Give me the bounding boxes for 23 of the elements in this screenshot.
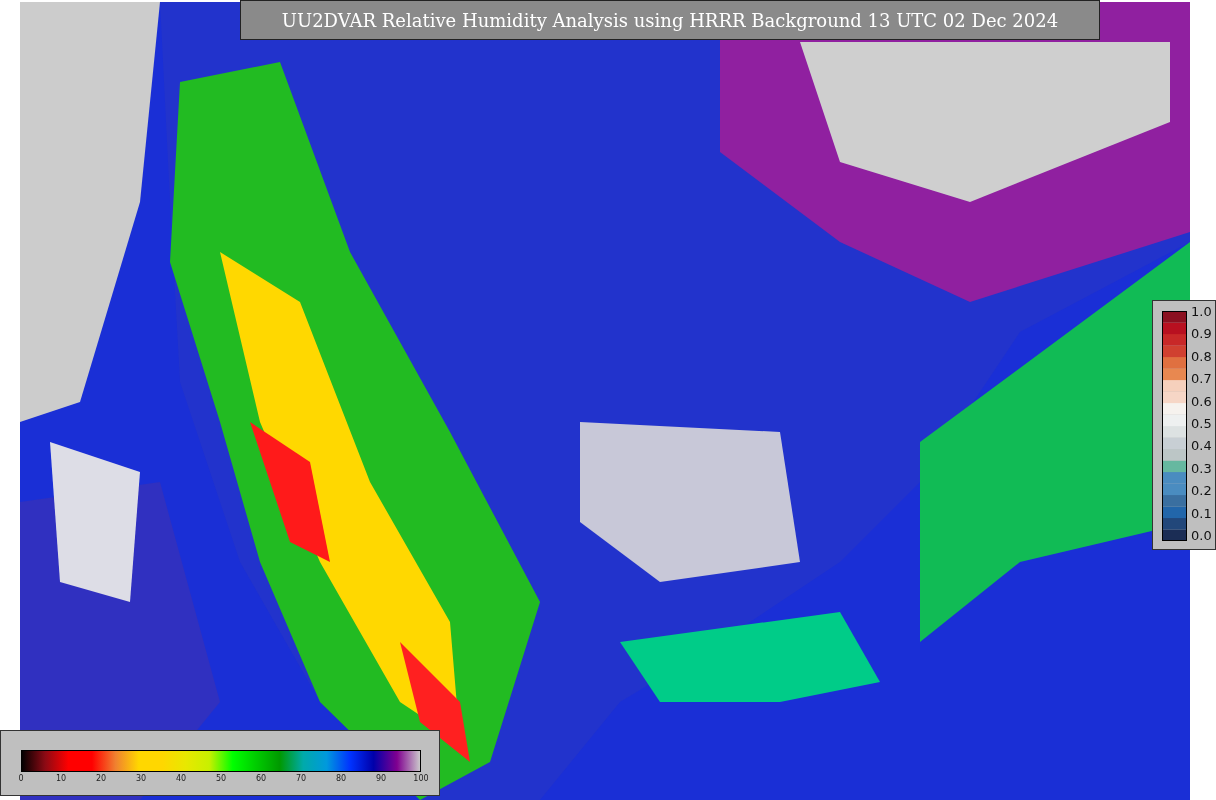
colorbar-tick-label: 1.0 xyxy=(1191,305,1212,319)
colorbar-tick-label: 0.2 xyxy=(1191,484,1212,499)
colorbar-tick-label: 20 xyxy=(95,774,107,783)
colorbar-tick-label: 70 xyxy=(295,774,307,783)
colorbar-tick-label: 0.7 xyxy=(1191,372,1212,387)
colorbar-tick-label: 0.4 xyxy=(1191,439,1212,454)
colorbar-tick-label: 80 xyxy=(335,774,347,783)
colorbar-tick-label: 0.6 xyxy=(1191,394,1212,409)
colorbar-tick-label: 40 xyxy=(175,774,187,783)
colorbar-tick-label: 0 xyxy=(18,774,24,783)
colorbar-tick-label: 90 xyxy=(375,774,387,783)
colorbar-tick-label: 50 xyxy=(215,774,227,783)
colorbar-tick-label: 10 xyxy=(55,774,67,783)
colorbar-tick-label: 60 xyxy=(255,774,267,783)
colorbar-tick-label: 0.1 xyxy=(1191,506,1212,521)
colorbar-tick-label: 0.0 xyxy=(1191,528,1212,543)
colorbar-tick-label: 100 xyxy=(413,774,429,783)
colorbar-tick-label: 0.9 xyxy=(1191,327,1212,342)
colorbar-tick-label: 0.3 xyxy=(1191,461,1212,476)
colorbar-tick-label: 30 xyxy=(135,774,147,783)
chart-title: UU2DVAR Relative Humidity Analysis using HRRR Background 13 UTC 02 Dec 2024 xyxy=(240,0,1100,40)
colorbar-tick-label: 0.5 xyxy=(1191,416,1212,431)
colorbar-tick-label: 0.8 xyxy=(1191,349,1212,364)
